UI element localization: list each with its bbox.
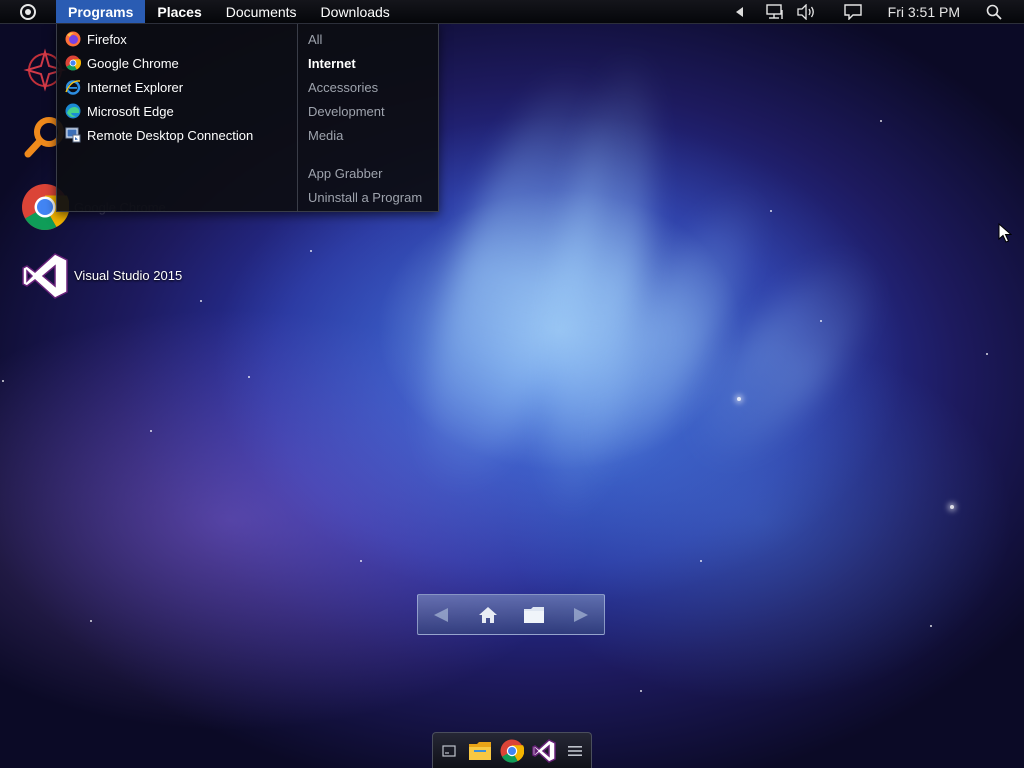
top-bar: Programs Places Documents Downloads Fri … (0, 0, 1024, 24)
star (150, 430, 152, 432)
star (310, 250, 312, 252)
start-button[interactable] (0, 0, 56, 23)
star (360, 560, 362, 562)
file-explorer-icon (469, 742, 492, 760)
menu-places[interactable]: Places (145, 0, 213, 23)
category-list: All Internet Accessories Development Med… (298, 23, 438, 211)
folder-icon (524, 606, 545, 623)
dock (432, 732, 592, 768)
program-list: Firefox Google Chrome Internet Explorer … (57, 23, 297, 211)
volume-icon (796, 3, 814, 20)
dock-file-explorer[interactable] (466, 737, 494, 765)
category-development[interactable]: Development (298, 99, 438, 123)
category-spacer (298, 147, 438, 161)
star (880, 120, 882, 122)
back-button[interactable] (427, 601, 455, 629)
star (930, 625, 932, 627)
menu-downloads[interactable]: Downloads (309, 0, 402, 23)
category-internet[interactable]: Internet (298, 51, 438, 75)
dock-visual-studio[interactable] (530, 737, 558, 765)
menu-documents[interactable]: Documents (214, 0, 309, 23)
category-accessories[interactable]: Accessories (298, 75, 438, 99)
chrome-icon (500, 739, 524, 763)
category-all[interactable]: All (298, 27, 438, 51)
program-label: Internet Explorer (87, 79, 184, 95)
star (640, 690, 642, 692)
star (737, 397, 741, 401)
star (950, 505, 954, 509)
star (700, 560, 702, 562)
visual-studio-icon (531, 739, 556, 763)
network-button[interactable] (760, 0, 790, 23)
firefox-icon (65, 31, 81, 47)
star (248, 376, 250, 378)
menu-programs[interactable]: Programs (56, 0, 146, 23)
program-label: Remote Desktop Connection (87, 127, 254, 143)
program-label: Firefox (87, 31, 127, 47)
arrow-left-icon (434, 607, 449, 622)
arrow-right-icon (573, 607, 588, 622)
ie-icon (65, 79, 81, 95)
program-internet-explorer[interactable]: Internet Explorer (57, 75, 297, 99)
star (986, 353, 988, 355)
network-icon (765, 3, 783, 19)
program-remote-desktop[interactable]: Remote Desktop Connection (57, 123, 297, 147)
desktop-icon-visual-studio[interactable] (20, 251, 70, 301)
remote-desktop-icon (65, 127, 81, 143)
star (200, 300, 202, 302)
dock-chrome[interactable] (498, 737, 526, 765)
star (820, 320, 822, 322)
tray-expand-button[interactable] (730, 0, 760, 23)
triangle-left-icon (735, 6, 743, 17)
search-button[interactable] (980, 0, 1024, 23)
programs-menu: Firefox Google Chrome Internet Explorer … (56, 23, 439, 212)
program-firefox[interactable]: Firefox (57, 27, 297, 51)
dock-menu-button[interactable] (561, 737, 589, 765)
clock[interactable]: Fri 3:51 PM (868, 0, 980, 23)
star (770, 210, 772, 212)
star (2, 380, 4, 382)
program-microsoft-edge[interactable]: Microsoft Edge (57, 99, 297, 123)
program-label: Google Chrome (87, 55, 179, 71)
volume-button[interactable] (790, 0, 822, 23)
app-grabber-item[interactable]: App Grabber (298, 161, 438, 185)
program-google-chrome[interactable]: Google Chrome (57, 51, 297, 75)
desktop: Google Chrome Visual Studio 2015 Program… (0, 0, 1024, 768)
program-label: Microsoft Edge (87, 103, 174, 119)
notification-icon (843, 3, 862, 20)
system-tray: Fri 3:51 PM (730, 0, 1024, 23)
show-desktop-icon (442, 745, 456, 757)
notifications-button[interactable] (822, 0, 868, 23)
cursor-arrow-icon (998, 222, 1013, 243)
search-icon (986, 4, 1002, 20)
home-icon (478, 606, 497, 623)
start-icon (20, 3, 36, 20)
category-media[interactable]: Media (298, 123, 438, 147)
visual-studio-icon (22, 253, 68, 299)
edge-icon (65, 103, 81, 119)
home-button[interactable] (474, 601, 502, 629)
mouse-cursor (998, 222, 1013, 248)
dock-desktop-button[interactable] (435, 737, 463, 765)
hamburger-menu-icon (568, 746, 583, 756)
navigation-widget (417, 594, 605, 635)
star (90, 620, 92, 622)
uninstall-program-item[interactable]: Uninstall a Program (298, 185, 438, 209)
desktop-icon-label: Visual Studio 2015 (74, 268, 183, 283)
forward-button[interactable] (567, 601, 595, 629)
chrome-icon (65, 55, 81, 71)
folder-button[interactable] (520, 601, 548, 629)
